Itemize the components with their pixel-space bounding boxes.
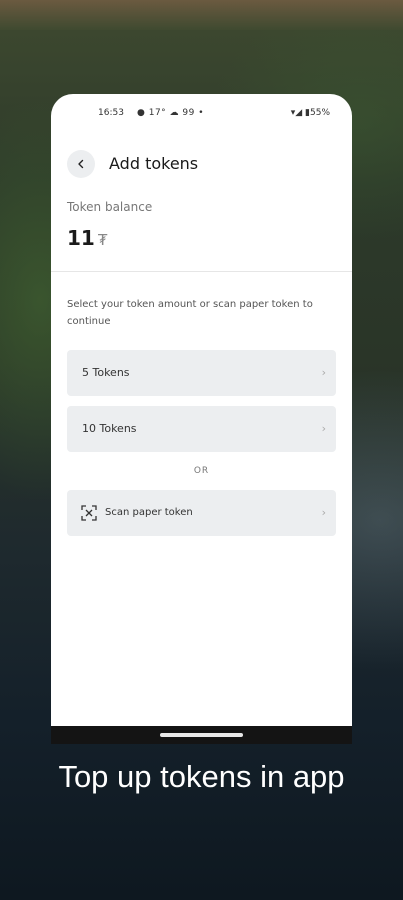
scan-label: Scan paper token xyxy=(105,507,193,518)
scan-paper-token-button[interactable]: Scan paper token › xyxy=(67,490,336,536)
token-unit-icon: ₮ xyxy=(97,231,108,249)
instruction-text: Select your token amount or scan paper t… xyxy=(67,299,313,327)
chevron-left-icon xyxy=(78,159,84,169)
chevron-right-icon: › xyxy=(321,506,326,519)
balance-value: 11 ₮ xyxy=(67,226,107,250)
scan-icon xyxy=(81,505,97,521)
chevron-right-icon: › xyxy=(321,366,326,379)
balance-label: Token balance xyxy=(67,200,153,214)
divider xyxy=(51,271,352,272)
option-10-tokens[interactable]: 10 Tokens › xyxy=(67,406,336,452)
status-time: 16:53 xyxy=(98,108,124,118)
home-indicator[interactable] xyxy=(160,733,243,737)
option-5-tokens[interactable]: 5 Tokens › xyxy=(67,350,336,396)
status-battery: ▾◢ ▮55% xyxy=(290,108,330,118)
promo-caption: Top up tokens in app xyxy=(58,759,345,794)
background-image xyxy=(0,0,403,30)
option-label: 10 Tokens xyxy=(82,422,137,435)
balance-amount: 11 xyxy=(67,226,95,250)
status-indicators: ● 17° ☁ 99 • xyxy=(137,108,205,118)
status-bar: 16:53 ● 17° ☁ 99 • ▾◢ ▮55% xyxy=(51,108,352,122)
or-separator: OR xyxy=(193,466,210,476)
back-button[interactable] xyxy=(67,150,95,178)
chevron-right-icon: › xyxy=(321,422,326,435)
phone-screen: 16:53 ● 17° ☁ 99 • ▾◢ ▮55% Add tokens To… xyxy=(51,94,352,744)
option-label: 5 Tokens xyxy=(82,366,130,379)
page-title: Add tokens xyxy=(109,154,199,173)
